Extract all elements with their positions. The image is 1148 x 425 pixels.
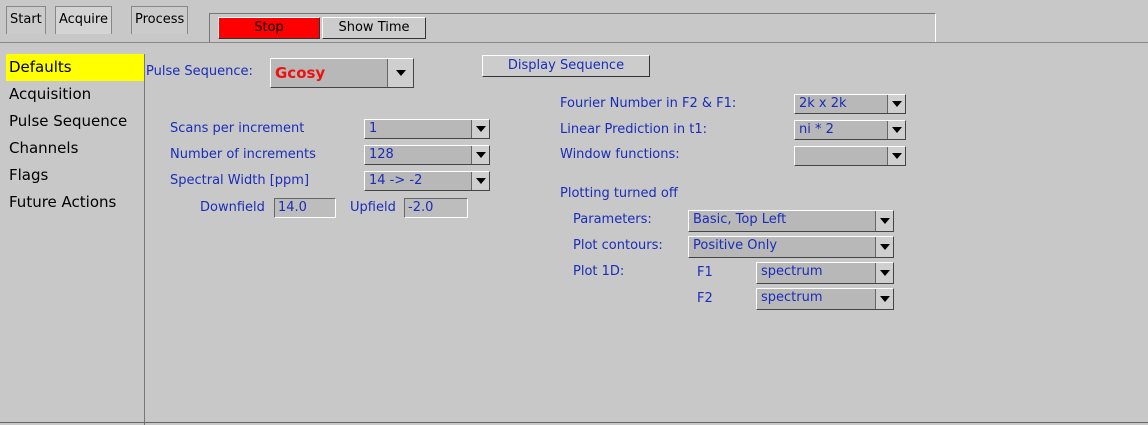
bottom-divider: [0, 422, 1148, 423]
sidebar-item-label: Flags: [9, 166, 49, 184]
chevron-down-icon: [471, 146, 489, 164]
chevron-down-icon: [875, 237, 893, 257]
chevron-down-icon: [887, 95, 905, 113]
window-functions-select[interactable]: [794, 146, 906, 166]
tab-acquire-label: Acquire: [59, 12, 108, 27]
spectral-width-value: 14 -> -2: [369, 173, 423, 188]
f1-select[interactable]: spectrum: [756, 262, 894, 284]
downfield-input[interactable]: 14.0: [274, 198, 336, 218]
sidebar-item-label: Pulse Sequence: [9, 112, 128, 130]
tab-acquire[interactable]: Acquire: [55, 6, 112, 34]
upfield-value: -2.0: [408, 200, 434, 215]
plot-1d-label: Plot 1D:: [573, 264, 625, 279]
plot-contours-label: Plot contours:: [573, 238, 663, 253]
tab-process[interactable]: Process: [131, 6, 189, 34]
fourier-label: Fourier Number in F2 & F1:: [560, 96, 737, 111]
scans-select[interactable]: 1: [364, 119, 490, 139]
chevron-down-icon: [887, 121, 905, 139]
fourier-select[interactable]: 2k x 2k: [794, 94, 906, 114]
f2-value: spectrum: [761, 290, 823, 305]
downfield-value: 14.0: [278, 200, 307, 215]
display-sequence-button[interactable]: Display Sequence: [482, 55, 650, 77]
fourier-value: 2k x 2k: [799, 96, 847, 111]
f2-label: F2: [697, 291, 713, 306]
tab-start[interactable]: Start: [6, 6, 46, 34]
display-sequence-label: Display Sequence: [507, 58, 625, 73]
pulse-sequence-value: Gcosy: [275, 64, 326, 82]
plot-contours-select[interactable]: Positive Only: [688, 236, 894, 258]
stop-button[interactable]: Stop: [218, 17, 320, 39]
sidebar-item-label: Defaults: [9, 58, 72, 76]
linear-prediction-label: Linear Prediction in t1:: [560, 122, 707, 137]
chevron-down-icon: [875, 211, 893, 231]
tab-start-label: Start: [10, 12, 42, 27]
scans-value: 1: [369, 121, 378, 136]
linear-prediction-value: ni * 2: [799, 122, 834, 137]
spectral-width-select[interactable]: 14 -> -2: [364, 171, 490, 191]
linear-prediction-select[interactable]: ni * 2: [794, 120, 906, 140]
sidebar-item-acquisition[interactable]: Acquisition: [6, 81, 144, 108]
plotting-status: Plotting turned off: [560, 186, 678, 201]
sidebar-item-label: Channels: [9, 139, 79, 157]
show-time-button[interactable]: Show Time: [322, 17, 426, 39]
sidebar-item-pulse-sequence[interactable]: Pulse Sequence: [6, 108, 144, 135]
chevron-down-icon: [875, 263, 893, 283]
chevron-down-icon: [887, 147, 905, 165]
scans-label: Scans per increment: [170, 121, 305, 136]
f1-label: F1: [697, 265, 713, 280]
increments-value: 128: [369, 147, 394, 162]
chevron-down-icon: [471, 120, 489, 138]
tab-process-label: Process: [135, 12, 185, 27]
increments-label: Number of increments: [170, 147, 316, 162]
stop-label: Stop: [254, 20, 284, 35]
sidebar-item-future-actions[interactable]: Future Actions: [6, 189, 144, 216]
sidebar-item-label: Future Actions: [9, 193, 117, 211]
f1-value: spectrum: [761, 264, 823, 279]
upfield-input[interactable]: -2.0: [404, 198, 468, 218]
parameters-value: Basic, Top Left: [693, 212, 787, 227]
parameters-label: Parameters:: [573, 212, 652, 227]
sidebar-item-flags[interactable]: Flags: [6, 162, 144, 189]
top-divider: [0, 42, 1148, 43]
chevron-down-icon: [875, 289, 893, 309]
sidebar-item-label: Acquisition: [9, 85, 92, 103]
sidebar: Defaults Acquisition Pulse Sequence Chan…: [6, 54, 145, 425]
show-time-label: Show Time: [338, 20, 410, 35]
spectral-width-label: Spectral Width [ppm]: [170, 173, 310, 188]
sidebar-item-channels[interactable]: Channels: [6, 135, 144, 162]
sidebar-item-defaults[interactable]: Defaults: [6, 54, 144, 81]
increments-select[interactable]: 128: [364, 145, 490, 165]
f2-select[interactable]: spectrum: [756, 288, 894, 310]
chevron-down-icon: [387, 59, 413, 87]
parameters-select[interactable]: Basic, Top Left: [688, 210, 894, 232]
plot-contours-value: Positive Only: [693, 238, 778, 253]
pulse-sequence-label: Pulse Sequence:: [146, 64, 253, 79]
downfield-label: Downfield: [200, 200, 265, 215]
upfield-label: Upfield: [350, 200, 396, 215]
pulse-sequence-select[interactable]: Gcosy: [270, 58, 414, 88]
chevron-down-icon: [471, 172, 489, 190]
window-functions-label: Window functions:: [560, 147, 680, 162]
